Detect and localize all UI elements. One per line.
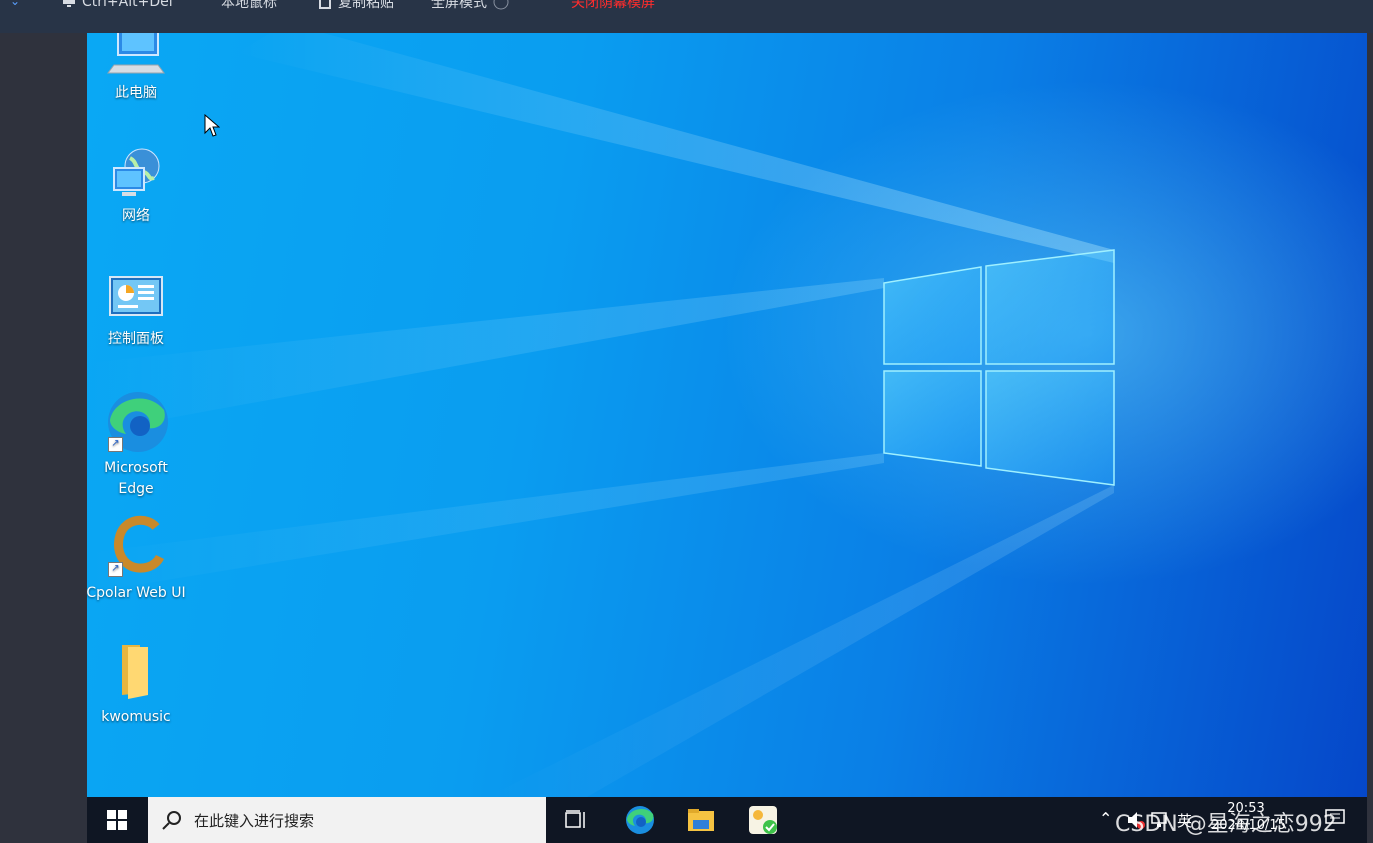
close-blank-screen-button[interactable]: 关闭荫幕模屏 — [571, 0, 655, 12]
desktop-icon-edge[interactable]: ↗ Microsoft Edge — [87, 390, 186, 500]
desktop-icon-label: Cpolar Web UI — [87, 585, 186, 601]
search-icon — [162, 811, 181, 830]
desktop-icon-this-pc[interactable]: 此电脑 — [87, 33, 186, 104]
control-panel-icon — [104, 271, 168, 327]
windows-logo-wallpaper — [87, 33, 1115, 797]
desktop-icon-label: 网络 — [122, 208, 150, 224]
desktop-icon-label: 控制面板 — [108, 331, 164, 347]
fullscreen-button[interactable]: 全屏模式 — [431, 0, 509, 12]
local-mouse-button[interactable]: 本地鼠标 — [221, 0, 277, 12]
folder-icon — [104, 639, 168, 705]
mouse-cursor-icon — [204, 114, 220, 137]
copy-paste-button[interactable]: 复制粘贴 — [318, 0, 394, 12]
desktop-icon-label: Microsoft Edge — [104, 460, 168, 497]
copy-paste-label: 复制粘贴 — [338, 0, 394, 11]
remote-right-edge — [1367, 33, 1373, 843]
cpolar-icon: ↗ — [104, 515, 168, 581]
edge-icon: ↗ — [104, 390, 168, 456]
network-icon — [104, 148, 168, 204]
taskbar-file-explorer-button[interactable] — [685, 804, 717, 836]
desktop-icon-label: kwomusic — [101, 709, 171, 725]
help-icon — [493, 0, 509, 10]
local-mouse-label: 本地鼠标 — [221, 0, 277, 11]
ctrl-alt-del-button[interactable]: Ctrl+Alt+Del — [62, 0, 173, 12]
task-view-icon — [565, 810, 585, 828]
close-blank-screen-label: 关闭荫幕模屏 — [571, 0, 655, 11]
taskbar-search-box[interactable]: 在此键入进行搜索 — [148, 797, 546, 843]
remote-toolbar: ⌄ Ctrl+Alt+Del 本地鼠标 复制粘贴 全屏模式 关闭荫幕模屏 — [0, 0, 1373, 33]
monitor-icon — [63, 0, 75, 7]
edge-icon — [626, 806, 654, 834]
windows-start-icon — [107, 810, 127, 830]
show-hidden-icons-button[interactable]: ⌃ — [1099, 809, 1112, 828]
search-placeholder: 在此键入进行搜索 — [194, 811, 315, 830]
this-pc-icon — [104, 33, 168, 81]
desktop-icon-label: 此电脑 — [115, 85, 157, 101]
desktop-icon-control-panel[interactable]: 控制面板 — [87, 271, 186, 350]
taskbar-app-button[interactable] — [747, 804, 779, 836]
csdn-watermark: CSDN @星海之恋992 — [1115, 812, 1337, 837]
app-icon — [749, 806, 777, 834]
file-explorer-icon — [688, 809, 714, 831]
ctrl-alt-del-label: Ctrl+Alt+Del — [82, 0, 173, 10]
start-button[interactable] — [87, 797, 147, 843]
task-view-button[interactable] — [560, 804, 592, 836]
desktop[interactable]: 此电脑 网络 控制面板 ↗ Microsoft Edge ↗ Cpolar We… — [87, 33, 1367, 797]
clipboard-icon — [319, 0, 331, 9]
fullscreen-label: 全屏模式 — [431, 0, 487, 11]
desktop-icon-network[interactable]: 网络 — [87, 148, 186, 227]
remote-sidebar — [0, 33, 87, 843]
desktop-icon-cpolar[interactable]: ↗ Cpolar Web UI — [87, 515, 186, 604]
desktop-icon-kwomusic[interactable]: kwomusic — [87, 639, 186, 728]
chevron-down-icon[interactable]: ⌄ — [10, 0, 20, 8]
taskbar-edge-button[interactable] — [624, 804, 656, 836]
